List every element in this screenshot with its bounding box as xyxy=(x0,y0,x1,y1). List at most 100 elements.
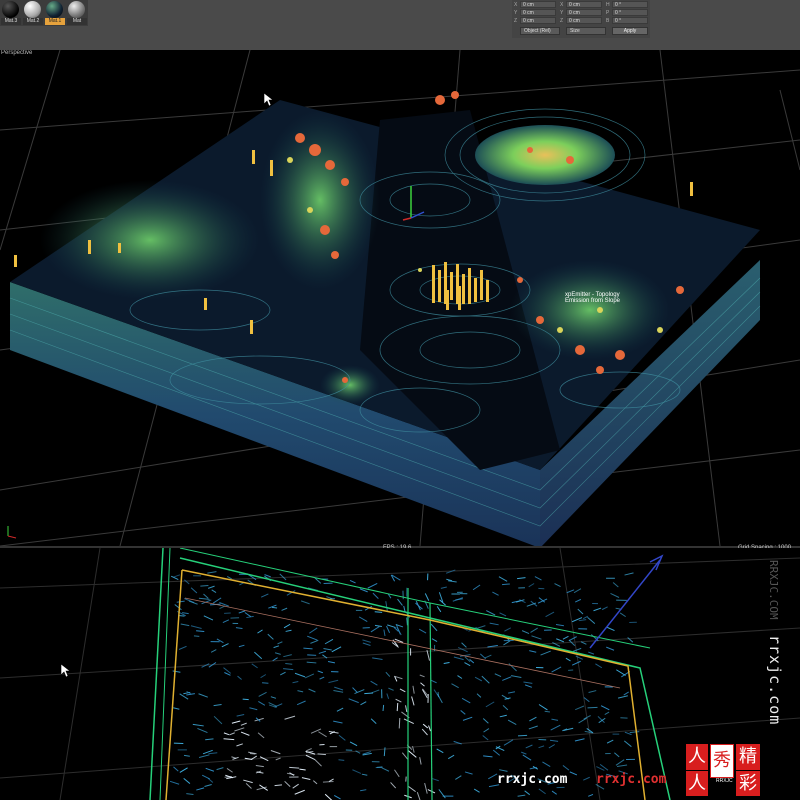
vector-arrow xyxy=(275,757,281,761)
vector-arrow xyxy=(517,577,526,580)
vector-arrow xyxy=(572,647,582,652)
vector-arrow xyxy=(508,663,517,672)
vector-arrow xyxy=(549,739,559,742)
vector-arrow xyxy=(438,789,446,799)
vector-arrow xyxy=(307,635,318,641)
vector-arrow xyxy=(352,687,358,693)
vector-arrow xyxy=(619,612,626,618)
vector-arrow xyxy=(179,767,188,773)
vector-arrow xyxy=(578,619,587,622)
vector-arrow xyxy=(405,705,408,713)
vector-arrow xyxy=(213,704,222,707)
vector-arrow xyxy=(223,732,230,736)
vector-arrow xyxy=(172,670,181,673)
vector-arrow xyxy=(474,676,483,682)
size-y-field[interactable]: 0 cm xyxy=(566,9,602,16)
vector-arrow xyxy=(229,732,235,736)
vector-arrow xyxy=(464,656,471,663)
secondary-viewport[interactable] xyxy=(0,548,800,800)
vector-arrow xyxy=(381,767,390,772)
vector-arrow xyxy=(492,591,499,596)
vector-arrow xyxy=(236,743,243,747)
vector-arrow xyxy=(398,717,401,729)
vector-arrow xyxy=(394,769,400,778)
vector-arrow xyxy=(588,690,597,694)
size-x-field[interactable]: 0 cm xyxy=(566,1,602,8)
vector-arrow xyxy=(285,662,293,665)
position-y-field[interactable]: 0 cm xyxy=(520,9,556,16)
vector-arrow xyxy=(489,622,499,626)
size-z-field[interactable]: 0 cm xyxy=(566,17,602,24)
vector-arrow xyxy=(524,790,531,796)
material-swatch-selected[interactable]: Mat.1 xyxy=(45,1,65,25)
vector-arrow xyxy=(556,638,565,643)
seal-char: 人 xyxy=(686,771,708,796)
vector-arrow xyxy=(292,681,299,684)
vector-arrow xyxy=(538,788,546,795)
vector-arrow xyxy=(190,587,198,594)
perspective-viewport[interactable]: Perspective xpEmitter - Topology Emissio… xyxy=(0,50,800,546)
vector-arrow xyxy=(525,744,533,749)
vector-arrow xyxy=(257,732,265,739)
vector-arrow xyxy=(424,782,428,794)
vector-arrow xyxy=(430,623,438,632)
vector-arrow xyxy=(595,663,603,669)
rotation-h-field[interactable]: 0 ° xyxy=(612,1,648,8)
rotation-b-field[interactable]: 0 ° xyxy=(612,17,648,24)
vector-arrow xyxy=(210,649,217,653)
position-x-field[interactable]: 0 cm xyxy=(520,1,556,8)
vector-arrow xyxy=(492,749,501,756)
vector-arrow xyxy=(374,624,382,627)
vector-arrow xyxy=(255,765,264,768)
axis-label: Z xyxy=(514,18,518,24)
vector-arrow xyxy=(169,780,180,785)
vector-arrow xyxy=(205,738,214,741)
size-mode-select[interactable]: Size xyxy=(566,27,606,35)
vector-arrow xyxy=(524,684,533,688)
vector-arrow xyxy=(612,582,619,588)
vector-arrow xyxy=(529,716,537,722)
rotation-p-field[interactable]: 0 ° xyxy=(612,9,648,16)
vector-arrow xyxy=(207,585,215,589)
vector-arrow xyxy=(408,786,416,793)
coordinate-mode-select[interactable]: Object (Rel) xyxy=(520,27,560,35)
vector-arrow xyxy=(236,714,245,717)
vector-arrow xyxy=(371,689,380,694)
plateau xyxy=(475,125,615,185)
material-swatch[interactable]: Mat.3 xyxy=(1,1,21,25)
vector-arrow xyxy=(260,593,269,598)
material-swatch[interactable]: Mat xyxy=(67,1,87,25)
vector-field-render xyxy=(0,548,800,800)
axis-label: X xyxy=(514,2,518,8)
vector-arrow xyxy=(318,650,327,654)
vector-arrow xyxy=(238,610,246,614)
vector-arrow xyxy=(422,723,429,729)
apply-button[interactable]: Apply xyxy=(612,27,648,35)
vector-arrow xyxy=(418,628,427,634)
vector-arrow xyxy=(267,633,274,640)
vector-arrow xyxy=(388,687,394,691)
vector-arrow xyxy=(483,755,493,758)
axis-label: Y xyxy=(560,10,564,16)
vector-arrow xyxy=(200,584,209,587)
vector-arrow xyxy=(504,627,512,632)
watermark-vertical-faint: RRXJC.COM xyxy=(767,560,780,620)
vector-arrow xyxy=(249,707,258,711)
vector-arrow xyxy=(367,583,378,589)
seal-char: 彩 xyxy=(736,771,760,796)
vector-arrow xyxy=(178,645,187,650)
vector-arrow xyxy=(522,754,532,761)
axis-label: Z xyxy=(560,18,564,24)
vector-arrow xyxy=(555,623,565,627)
vector-arrow xyxy=(254,651,263,660)
material-swatch[interactable]: Mat.2 xyxy=(23,1,43,25)
position-z-field[interactable]: 0 cm xyxy=(520,17,556,24)
material-manager: Mat.3 Mat.2 Mat.1 Mat xyxy=(0,0,88,26)
vector-arrow xyxy=(196,787,205,791)
vector-arrow xyxy=(530,627,538,633)
vector-arrow xyxy=(538,704,548,711)
vector-arrow xyxy=(530,600,538,607)
vector-arrow xyxy=(447,754,455,760)
axis-label: P xyxy=(606,10,610,16)
vector-arrow xyxy=(503,640,511,646)
